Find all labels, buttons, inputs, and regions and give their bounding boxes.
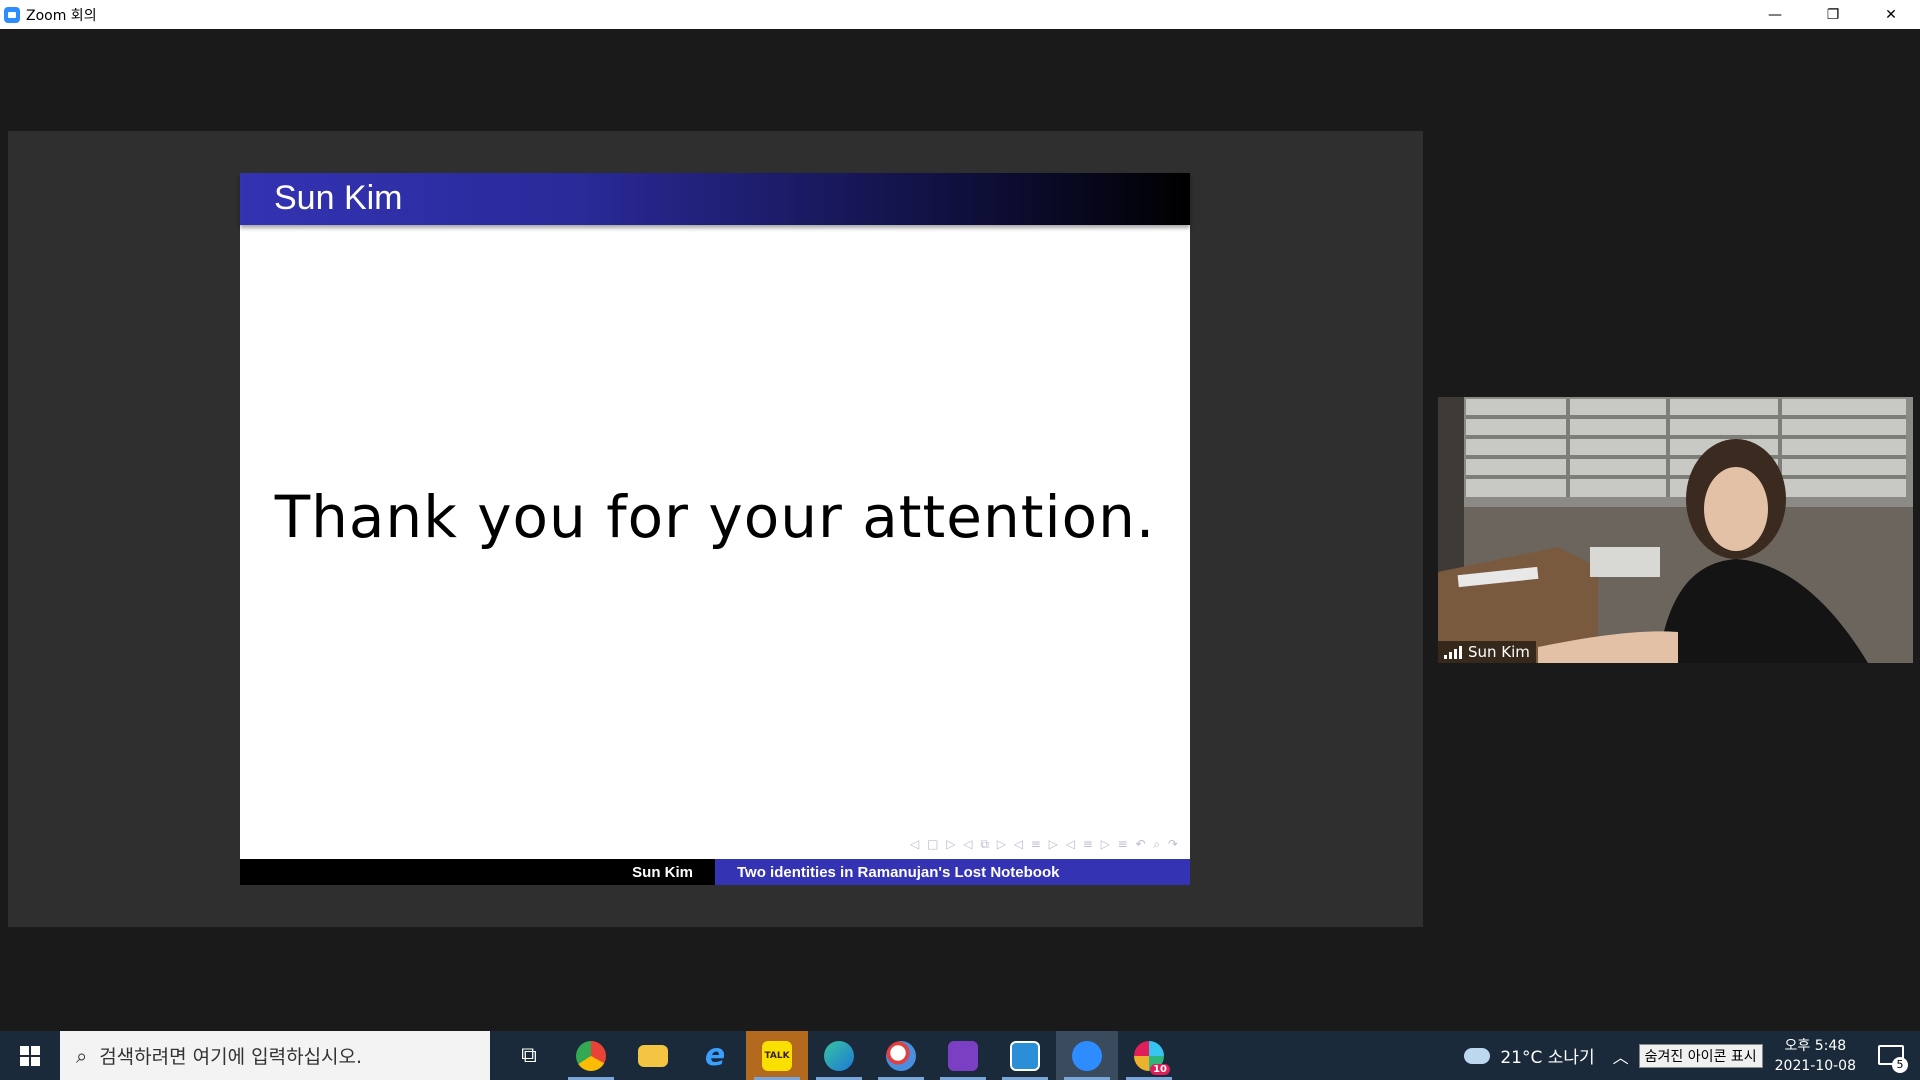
weather-widget[interactable]: 21°C 소나기	[1464, 1043, 1595, 1068]
taskbar-search-box[interactable]: ⌕ 검색하려면 여기에 입력하십시오.	[60, 1031, 490, 1080]
hidden-icons-tooltip: 숨겨진 아이콘 표시	[1638, 1043, 1763, 1068]
zoom-app-icon	[4, 6, 20, 23]
task-view-button[interactable]: ⧉	[498, 1031, 560, 1080]
clock-date: 2021-10-08	[1774, 1057, 1856, 1074]
notepad-icon	[1010, 1040, 1040, 1071]
window-controls: — ❐ ✕	[1746, 0, 1920, 29]
chrome-icon	[576, 1040, 606, 1071]
cloud-rain-icon	[1464, 1047, 1491, 1064]
start-button[interactable]	[0, 1031, 60, 1080]
internet-explorer-button[interactable]: e	[684, 1031, 746, 1080]
windows-taskbar: ⌕ 검색하려면 여기에 입력하십시오. ⧉ e TALK 10 21°C 소나기…	[0, 1031, 1920, 1080]
minimize-button[interactable]: —	[1746, 0, 1804, 29]
zoom-button[interactable]	[1056, 1031, 1118, 1080]
action-center-button[interactable]: 5	[1878, 1044, 1908, 1073]
visual-studio-button[interactable]	[932, 1031, 994, 1080]
window-titlebar: Zoom 회의 — ❐ ✕	[0, 0, 1920, 29]
participant-name: Sun Kim	[1468, 643, 1530, 661]
clock-time: 오후 5:48	[1784, 1037, 1847, 1054]
participant-video-tile[interactable]: Sun Kim	[1438, 397, 1913, 663]
notification-count: 5	[1892, 1056, 1908, 1073]
notepad-button[interactable]	[994, 1031, 1056, 1080]
slide-title: Sun Kim	[274, 179, 403, 217]
footer-talk-title: Two identities in Ramanujan's Lost Noteb…	[715, 859, 1190, 885]
search-placeholder: 검색하려면 여기에 입력하십시오.	[99, 1046, 363, 1068]
paint-icon	[886, 1040, 916, 1071]
slide-footer: Sun Kim Two identities in Ramanujan's Lo…	[240, 859, 1190, 885]
show-hidden-icons-chevron-icon[interactable]: ︿	[1613, 1044, 1629, 1068]
slack-icon: 10	[1134, 1040, 1170, 1075]
meeting-area: Sun Kim Thank you for your attention. ◁ …	[0, 29, 1920, 1031]
weather-text: 21°C 소나기	[1500, 1048, 1595, 1068]
slack-button[interactable]: 10	[1118, 1031, 1180, 1080]
system-tray: 21°C 소나기 ︿ 숨겨진 아이콘 표시 오후 5:48 2021-10-08…	[1464, 1031, 1920, 1080]
presentation-slide: Sun Kim Thank you for your attention. ◁ …	[240, 173, 1190, 885]
footer-author: Sun Kim	[240, 859, 715, 885]
kakaotalk-icon: TALK	[762, 1040, 792, 1071]
edge-icon	[824, 1040, 854, 1071]
slide-header: Sun Kim	[240, 173, 1190, 225]
zoom-icon	[1072, 1040, 1102, 1071]
taskbar-clock[interactable]: 오후 5:48 2021-10-08	[1775, 1036, 1856, 1076]
participant-name-label: Sun Kim	[1438, 641, 1536, 663]
kakaotalk-button[interactable]: TALK	[746, 1031, 808, 1080]
edge-button[interactable]	[808, 1031, 870, 1080]
visual-studio-icon	[948, 1040, 978, 1071]
file-explorer-button[interactable]	[622, 1031, 684, 1080]
close-button[interactable]: ✕	[1862, 0, 1920, 29]
taskbar-apps: ⧉ e TALK 10	[498, 1031, 1180, 1080]
paint-button[interactable]	[870, 1031, 932, 1080]
search-icon: ⌕	[76, 1043, 88, 1068]
maximize-button[interactable]: ❐	[1804, 0, 1862, 29]
internet-explorer-icon: e	[704, 1038, 726, 1073]
file-explorer-icon	[638, 1044, 668, 1067]
task-view-icon: ⧉	[521, 1043, 537, 1068]
participant-video-feed	[1438, 397, 1913, 663]
slack-badge: 10	[1150, 1063, 1170, 1075]
window-title: Zoom 회의	[26, 7, 97, 24]
signal-strength-icon	[1444, 645, 1462, 659]
chrome-button[interactable]	[560, 1031, 622, 1080]
slide-body-text: Thank you for your attention.	[274, 483, 1156, 551]
beamer-navigation-icons: ◁ □ ▷ ◁ ⧉ ▷ ◁ ≡ ▷ ◁ ≡ ▷ ≡ ↶ ⌕ ↷	[910, 837, 1180, 851]
screen-share-area[interactable]: Sun Kim Thank you for your attention. ◁ …	[8, 131, 1423, 927]
windows-logo-icon	[20, 1045, 40, 1066]
